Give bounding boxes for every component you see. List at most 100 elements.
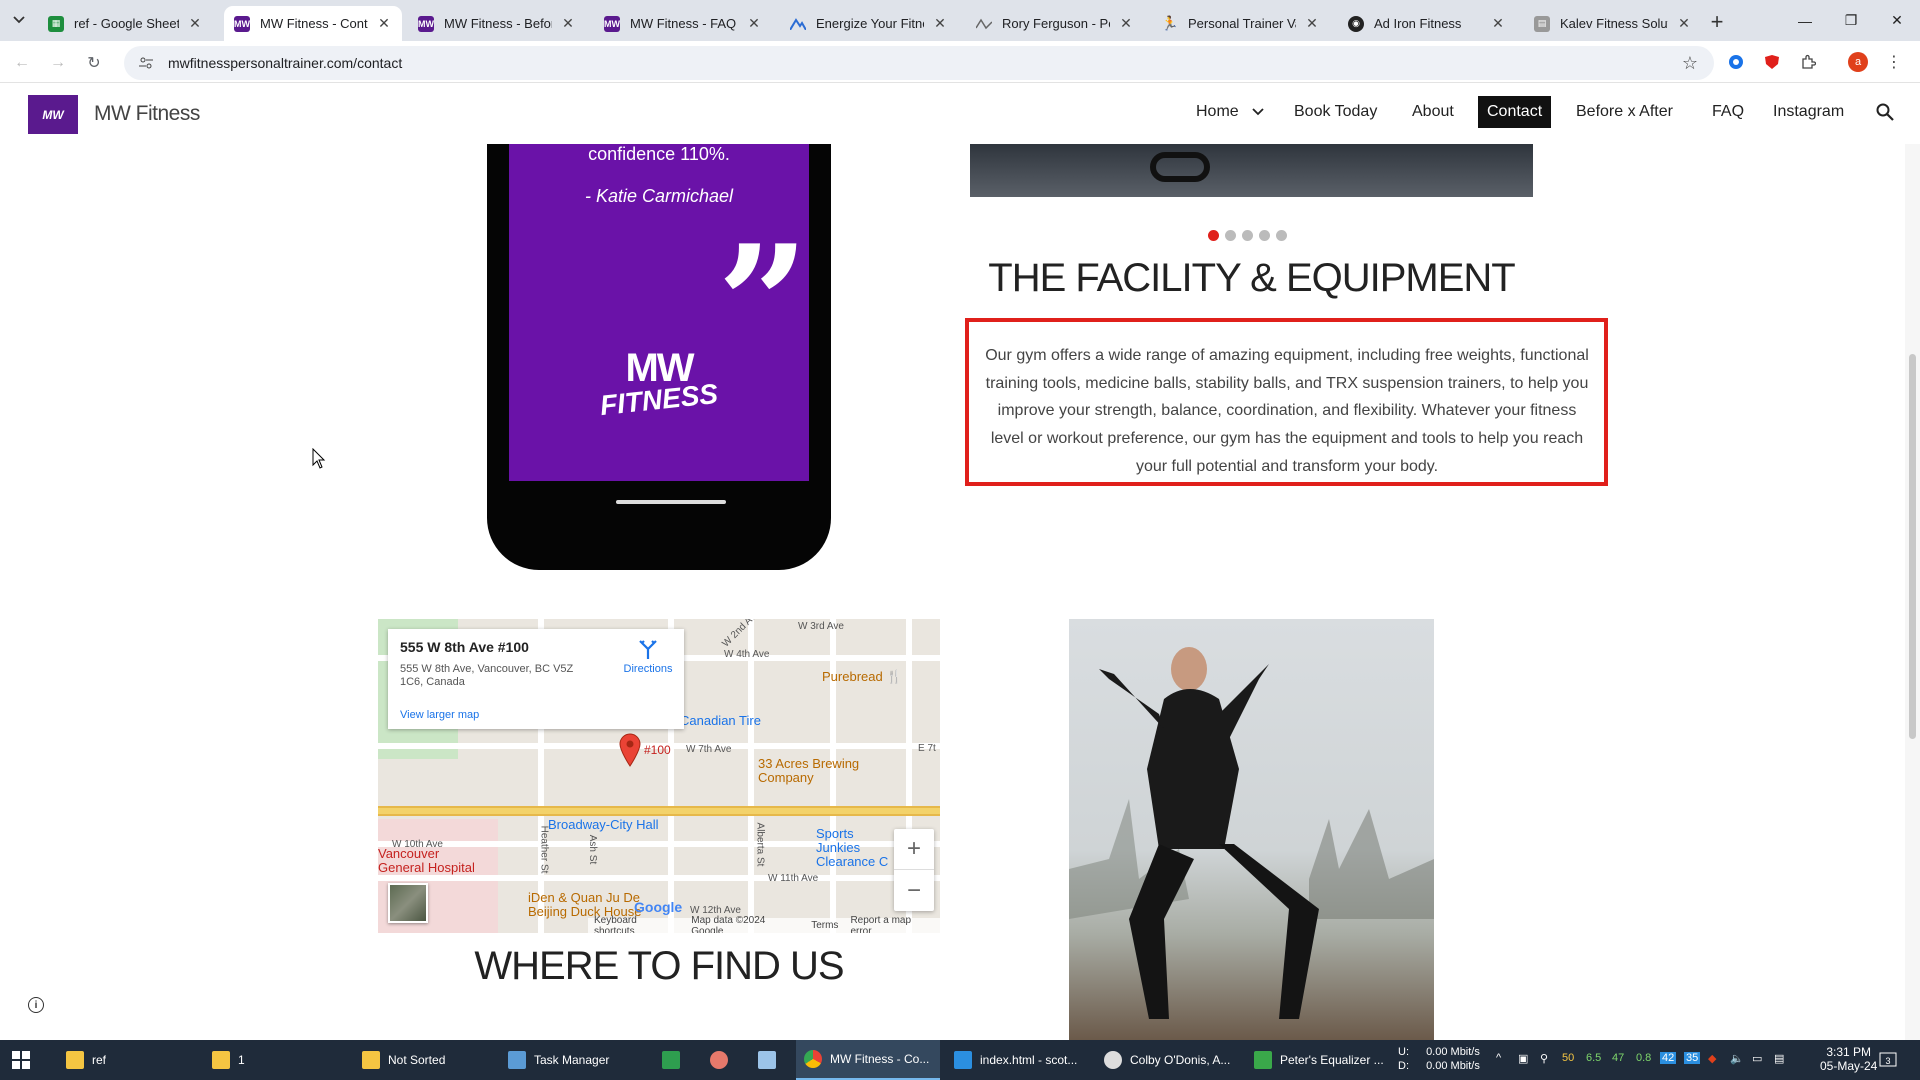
back-button[interactable]: ←: [8, 49, 36, 77]
nav-home[interactable]: Home: [1196, 96, 1239, 128]
close-icon[interactable]: ✕: [560, 15, 576, 32]
tab-label: MW Fitness - FAQ: [630, 16, 737, 31]
screen: ▦ ref - Google Sheets ✕ MW MW Fitness - …: [0, 0, 1920, 1080]
new-tab-button[interactable]: +: [1704, 9, 1730, 35]
close-icon[interactable]: ✕: [187, 15, 203, 32]
nav-instagram[interactable]: Instagram: [1773, 96, 1844, 128]
facility-body: Our gym offers a wide range of amazing e…: [985, 347, 1589, 475]
phone-mockup: gym but now I love it! He has helped my …: [487, 144, 831, 570]
site-header: MW MW Fitness Home Book Today About Cont…: [0, 84, 1920, 144]
notification-center-icon[interactable]: 3: [1878, 1050, 1898, 1070]
bookmark-star-icon[interactable]: ☆: [1682, 53, 1698, 74]
zoom-out-button[interactable]: −: [894, 870, 934, 911]
tab-energize[interactable]: Energize Your Fitness ✕: [780, 6, 958, 41]
nav-faq[interactable]: FAQ: [1712, 96, 1744, 128]
taskbar-item-app[interactable]: [702, 1040, 742, 1080]
tab-mw-before-after[interactable]: MW MW Fitness - Before x After ✕: [408, 6, 586, 41]
equalizer-icon: [1254, 1051, 1272, 1069]
extension-globe-icon[interactable]: [1726, 52, 1746, 72]
extension-shield-icon[interactable]: [1762, 52, 1782, 72]
close-icon[interactable]: ✕: [376, 15, 392, 32]
taskbar-item-not-sorted[interactable]: Not Sorted: [354, 1040, 494, 1080]
profile-avatar[interactable]: a: [1848, 52, 1868, 72]
volume-icon[interactable]: 🔈: [1730, 1052, 1744, 1065]
tray-antivirus-icon[interactable]: ◆: [1708, 1052, 1716, 1065]
minimize-button[interactable]: —: [1782, 0, 1828, 41]
address-bar[interactable]: mwfitnesspersonaltrainer.com/contact ☆: [124, 46, 1714, 80]
facility-title: THE FACILITY & EQUIPMENT: [988, 256, 1515, 300]
carousel-dot-1[interactable]: [1208, 230, 1219, 241]
tab-mw-contact[interactable]: MW MW Fitness - Contact ✕: [224, 6, 402, 41]
battery-icon[interactable]: ▭: [1752, 1052, 1762, 1065]
carousel-dot-2[interactable]: [1225, 230, 1236, 241]
report-map-error-link[interactable]: Report a map error: [850, 915, 934, 934]
reload-button[interactable]: ↻: [80, 49, 108, 77]
tab-rory-ferguson[interactable]: Rory Ferguson - Personal ✕: [966, 6, 1144, 41]
location-pin-icon[interactable]: [618, 733, 642, 767]
taskbar-item-spreadsheet[interactable]: [654, 1040, 694, 1080]
mw-fitness-favicon-icon: MW: [418, 15, 434, 32]
nav-before-after[interactable]: Before x After: [1576, 96, 1673, 128]
tray-value: 0.8: [1636, 1052, 1652, 1064]
nav-contact[interactable]: Contact: [1478, 96, 1552, 128]
directions-button[interactable]: Directions: [618, 639, 678, 675]
extensions-puzzle-icon[interactable]: [1798, 52, 1818, 72]
keyboard-shortcuts-link[interactable]: Keyboard shortcuts: [594, 915, 679, 934]
close-icon[interactable]: ✕: [1118, 15, 1134, 32]
page-scrollbar[interactable]: [1905, 84, 1920, 1040]
restore-button[interactable]: ❐: [1828, 0, 1874, 41]
tab-ad-iron[interactable]: ◉ Ad Iron Fitness ✕: [1338, 6, 1516, 41]
tab-personal-trainer[interactable]: 🏃 Personal Trainer Vancouver ✕: [1152, 6, 1330, 41]
close-window-button[interactable]: ✕: [1874, 0, 1920, 41]
taskbar-item-equalizer[interactable]: Peter's Equalizer ...: [1246, 1040, 1390, 1080]
zoom-in-button[interactable]: +: [894, 829, 934, 870]
taskbar-item-chrome[interactable]: MW Fitness - Co...: [796, 1040, 940, 1080]
close-icon[interactable]: ✕: [1490, 15, 1506, 32]
taskbar-item-ref[interactable]: ref: [58, 1040, 198, 1080]
tab-strip: ▦ ref - Google Sheets ✕ MW MW Fitness - …: [0, 0, 1920, 41]
tab-mw-faq[interactable]: MW MW Fitness - FAQ ✕: [594, 6, 772, 41]
close-icon[interactable]: ✕: [932, 15, 948, 32]
view-larger-map-link[interactable]: View larger map: [400, 709, 479, 721]
site-brand[interactable]: MW Fitness: [94, 102, 200, 126]
taskbar-item-task-manager[interactable]: Task Manager: [500, 1040, 640, 1080]
search-icon[interactable]: [1876, 96, 1894, 128]
close-icon[interactable]: ✕: [1676, 15, 1692, 32]
terms-link[interactable]: Terms: [811, 920, 838, 931]
google-map[interactable]: W 3rd Ave W 4th Ave W 7th Ave W 10th Ave…: [378, 619, 940, 933]
tab-search-button[interactable]: [8, 9, 30, 31]
carousel-dot-3[interactable]: [1242, 230, 1253, 241]
tab-ref-sheets[interactable]: ▦ ref - Google Sheets ✕: [38, 6, 213, 41]
nav-book-today[interactable]: Book Today: [1294, 96, 1377, 128]
site-info-icon[interactable]: [138, 55, 154, 71]
taskbar-item-notepad[interactable]: [750, 1040, 790, 1080]
scrollbar-thumb[interactable]: [1909, 354, 1916, 739]
tray-chevron-icon[interactable]: ^: [1496, 1052, 1501, 1064]
nav-about[interactable]: About: [1412, 96, 1454, 128]
system-clock[interactable]: 3:31 PM 05-May-24: [1820, 1045, 1877, 1073]
close-icon[interactable]: ✕: [1304, 15, 1320, 32]
satellite-toggle[interactable]: [388, 883, 428, 923]
info-icon[interactable]: i: [28, 997, 44, 1013]
map-zoom-control: + −: [894, 829, 934, 911]
street-label: W 7th Ave: [686, 744, 732, 755]
directions-label: Directions: [623, 663, 673, 675]
browser-menu-icon[interactable]: ⋮: [1884, 52, 1904, 72]
taskbar-item-1[interactable]: 1: [204, 1040, 344, 1080]
taskbar-item-vscode[interactable]: index.html - scot...: [946, 1040, 1090, 1080]
nav-home-dropdown-chevron-icon[interactable]: [1252, 96, 1264, 128]
close-icon[interactable]: ✕: [746, 15, 762, 32]
sheets-icon: ▦: [48, 15, 64, 32]
facility-highlight-box: Our gym offers a wide range of amazing e…: [965, 318, 1608, 486]
tray-app-icon[interactable]: ▣: [1518, 1052, 1528, 1065]
carousel-dot-5[interactable]: [1276, 230, 1287, 241]
site-logo[interactable]: MW: [28, 95, 78, 134]
athlete-photo: [1069, 619, 1434, 1040]
tab-kalev[interactable]: ▤ Kalev Fitness Solutions ✕: [1524, 6, 1702, 41]
taskbar-item-media[interactable]: Colby O'Donis, A...: [1096, 1040, 1240, 1080]
windows-start-icon[interactable]: [12, 1051, 30, 1069]
tray-search-icon[interactable]: ⚲: [1540, 1052, 1548, 1065]
carousel-dot-4[interactable]: [1259, 230, 1270, 241]
forward-button[interactable]: →: [44, 49, 72, 77]
network-icon[interactable]: ▤: [1774, 1052, 1784, 1065]
